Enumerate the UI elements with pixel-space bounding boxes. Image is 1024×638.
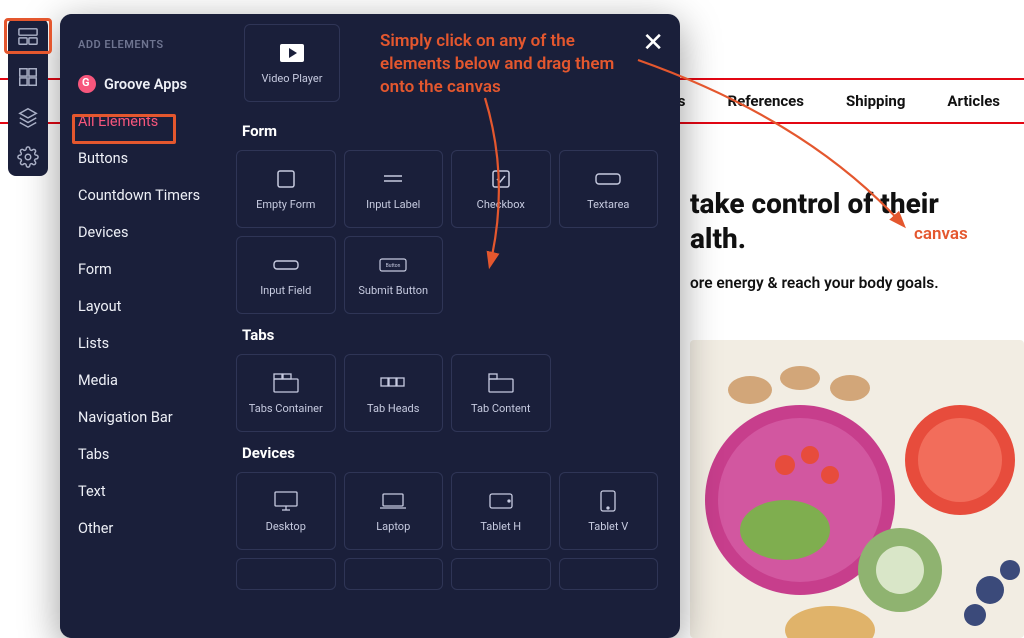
element-tab-heads[interactable]: Tab Heads (344, 354, 444, 432)
category-layout[interactable]: Layout (60, 288, 230, 325)
category-groove-apps[interactable]: Groove Apps (60, 65, 230, 103)
checkbox-icon (487, 168, 515, 190)
tile-label: Desktop (266, 520, 306, 533)
element-tablet-v[interactable]: Tablet V (559, 472, 659, 550)
tabs-container-icon (272, 372, 300, 394)
tile-label: Tablet H (480, 520, 521, 533)
desktop-icon (272, 490, 300, 512)
category-label: Other (78, 520, 113, 537)
category-tabs[interactable]: Tabs (60, 436, 230, 473)
square-icon (272, 168, 300, 190)
tile-label: Tabs Container (249, 402, 323, 415)
devices-grid-row2 (236, 558, 658, 590)
textarea-icon (594, 168, 622, 190)
category-label: Buttons (78, 150, 128, 167)
element-partial[interactable] (344, 558, 444, 590)
tile-label: Submit Button (358, 284, 428, 297)
nav-item[interactable]: Articles (947, 92, 1000, 110)
category-devices[interactable]: Devices (60, 214, 230, 251)
tab-heads-icon (379, 372, 407, 394)
tile-label: Tab Content (471, 402, 530, 415)
category-label: Groove Apps (104, 76, 187, 93)
section-title-devices: Devices (242, 444, 658, 462)
settings-icon[interactable] (15, 144, 41, 170)
category-label: All Elements (78, 113, 158, 130)
category-label: Layout (78, 298, 121, 315)
input-icon (272, 254, 300, 276)
category-other[interactable]: Other (60, 510, 230, 547)
element-partial[interactable] (451, 558, 551, 590)
tile-label: Input Field (260, 284, 311, 297)
tile-label: Empty Form (256, 198, 315, 211)
element-checkbox[interactable]: Checkbox (451, 150, 551, 228)
add-elements-panel: ADD ELEMENTS Groove Apps All Elements Bu… (60, 14, 680, 638)
panel-header: ADD ELEMENTS (60, 28, 230, 65)
category-label: Text (78, 483, 106, 500)
element-partial[interactable] (559, 558, 659, 590)
nav-item[interactable]: Shipping (846, 92, 905, 110)
layers-icon[interactable] (15, 104, 41, 130)
groove-logo-icon (78, 75, 96, 93)
tile-label: Input Label (366, 198, 420, 211)
element-tab-content[interactable]: Tab Content (451, 354, 551, 432)
tab-content-icon (487, 372, 515, 394)
close-panel-button[interactable]: ✕ (642, 28, 664, 58)
category-form[interactable]: Form (60, 251, 230, 288)
category-label: Tabs (78, 446, 109, 463)
element-empty-form[interactable]: Empty Form (236, 150, 336, 228)
blocks-icon[interactable] (15, 64, 41, 90)
element-laptop[interactable]: Laptop (344, 472, 444, 550)
element-input-label[interactable]: Input Label (344, 150, 444, 228)
hero-title-line2: alth. (690, 222, 746, 255)
left-icon-rail (8, 18, 48, 176)
button-icon: Button (379, 254, 407, 276)
element-tabs-container[interactable]: Tabs Container (236, 354, 336, 432)
tablet-h-icon (487, 490, 515, 512)
tile-label: Checkbox (477, 198, 525, 211)
element-desktop[interactable]: Desktop (236, 472, 336, 550)
category-lists[interactable]: Lists (60, 325, 230, 362)
tile-label: Textarea (587, 198, 629, 211)
tabs-grid: Tabs Container Tab Heads Tab Content (236, 354, 658, 432)
laptop-icon (379, 490, 407, 512)
category-all-elements[interactable]: All Elements (60, 103, 230, 140)
category-buttons[interactable]: Buttons (60, 140, 230, 177)
tablet-v-icon (594, 490, 622, 512)
category-column: ADD ELEMENTS Groove Apps All Elements Bu… (60, 14, 230, 638)
form-grid: Empty Form Input Label Checkbox Textarea… (236, 150, 658, 314)
category-label: Devices (78, 224, 128, 241)
tile-label: Laptop (376, 520, 410, 533)
lines-icon (379, 168, 407, 190)
category-label: Navigation Bar (78, 409, 173, 426)
category-label: Countdown Timers (78, 187, 200, 204)
element-textarea[interactable]: Textarea (559, 150, 659, 228)
category-label: Form (78, 261, 112, 278)
hero-image (690, 340, 1024, 638)
element-submit-button[interactable]: Button Submit Button (344, 236, 444, 314)
nav-item[interactable]: References (727, 92, 804, 110)
category-navigation-bar[interactable]: Navigation Bar (60, 399, 230, 436)
tile-label: Video Player (262, 72, 323, 85)
hero-subtitle: ore energy & reach your body goals. (690, 274, 1010, 292)
category-countdown-timers[interactable]: Countdown Timers (60, 177, 230, 214)
svg-text:Button: Button (386, 263, 401, 269)
hero-title-line1: take control of their (690, 187, 939, 220)
category-media[interactable]: Media (60, 362, 230, 399)
devices-grid: Desktop Laptop Tablet H Tablet V (236, 472, 658, 550)
tile-label: Tab Heads (367, 402, 419, 415)
element-tablet-h[interactable]: Tablet H (451, 472, 551, 550)
element-input-field[interactable]: Input Field (236, 236, 336, 314)
tile-label: Tablet V (588, 520, 628, 533)
category-text[interactable]: Text (60, 473, 230, 510)
play-icon (278, 42, 306, 64)
category-label: Media (78, 372, 118, 389)
element-video-player[interactable]: Video Player (244, 24, 340, 102)
section-title-tabs: Tabs (242, 326, 658, 344)
elements-icon[interactable] (15, 24, 41, 50)
section-title-form: Form (242, 122, 658, 140)
category-label: Lists (78, 335, 109, 352)
elements-column: ✕ Video Player Form Empty Form Input Lab… (230, 14, 680, 638)
element-partial[interactable] (236, 558, 336, 590)
hero-text: take control of their alth. ore energy &… (690, 186, 1010, 292)
